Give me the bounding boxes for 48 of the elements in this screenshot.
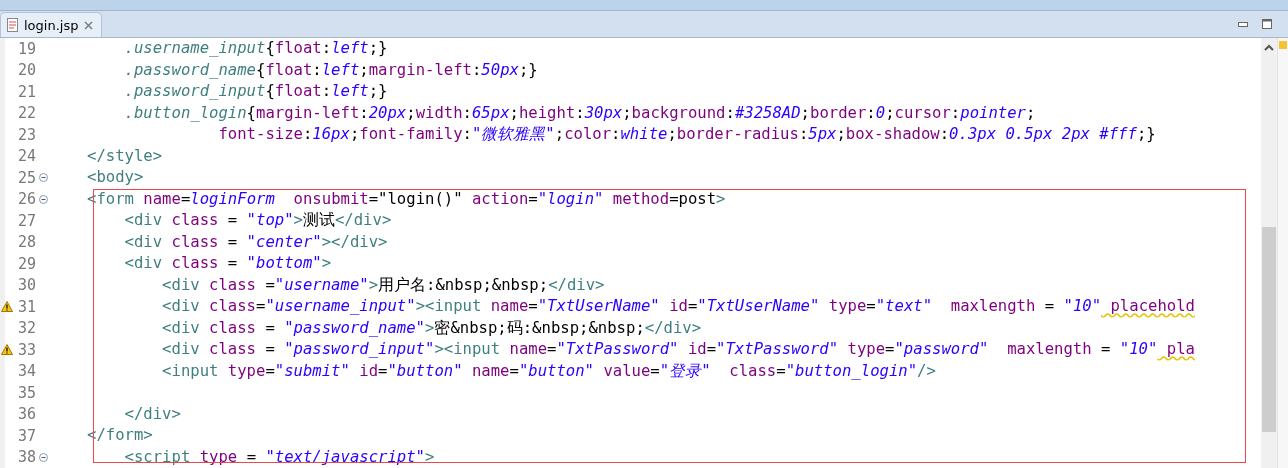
line-number: 36 (18, 405, 37, 424)
code-line: <div class = "bottom"> (123, 253, 332, 274)
line-number: 33 (18, 340, 37, 359)
code-line: </div> (123, 403, 181, 425)
code-line: </style> (86, 145, 163, 167)
maximize-icon[interactable] (1262, 19, 1272, 29)
line-number: 31 (18, 297, 37, 316)
code-line: <script type = "text/javascript"> (123, 446, 435, 468)
line-number: 32 (18, 319, 37, 338)
close-icon[interactable] (84, 20, 94, 30)
code-line: font-size:16px;font-family:"微软雅黑";color:white;border-radius:5px;box-shadow:0.3px 0.5px 2px #fff;} (217, 124, 1156, 145)
line-number: 19 (18, 39, 37, 58)
scrollbar[interactable] (1261, 38, 1277, 468)
line-number: 23 (18, 125, 37, 144)
minimize-icon[interactable] (1238, 21, 1248, 27)
code-line: .username_input{float:left;} (123, 38, 388, 59)
line-number: 24 (18, 147, 37, 166)
code-line: <div class = "center"></div> (123, 231, 388, 253)
code-line: <div class ="username">用户名:&nbsp;&nbsp;</div> (161, 274, 605, 296)
line-number: 21 (18, 82, 37, 101)
line-number: 22 (18, 104, 37, 123)
code-line: .button_login{margin-left:20px;width:65px;height:30px;background:#3258AD;border:0;cursor:pointer; (123, 102, 1036, 124)
line-number: 26 (18, 190, 37, 209)
line-number: 30 (18, 276, 37, 295)
line-number: 29 (18, 254, 37, 273)
line-number: 34 (18, 362, 37, 381)
code-line: <div class = "top">测试</div> (123, 210, 392, 231)
code-line: .password_name{float:left;margin-left:50px;} (123, 59, 538, 81)
line-number: 27 (18, 211, 37, 230)
collapse-icon[interactable] (39, 173, 48, 182)
collapse-icon[interactable] (39, 452, 48, 462)
code-line: <div class = "password_name">密&nbsp;码:&nbsp;&nbsp;</div> (161, 317, 702, 339)
code-line: <body> (86, 167, 144, 188)
code-line: <div class = "password_input"><input name="TxtPassword" id="TxtPassword" type="password" maxlength = "10" pla (161, 339, 1195, 360)
file-icon (7, 18, 18, 32)
scroll-up-icon[interactable] (1264, 44, 1274, 52)
line-number: 28 (18, 233, 37, 252)
line-number: 25 (18, 168, 37, 187)
scrollbar-thumb[interactable] (1262, 227, 1276, 432)
line-number: 20 (18, 61, 37, 80)
collapse-icon[interactable] (39, 194, 48, 204)
code-line: <div class="username_input"><input name="TxtUserName" id="TxtUserName" type="text" maxlength = "10" placehold (161, 296, 1195, 317)
line-number: 35 (18, 383, 37, 402)
code-line: <input type="submit" id="button" name="button" value="登录" class="button_login"/> (161, 360, 936, 382)
line-number: 37 (18, 426, 37, 445)
code-line: .password_input{float:left;} (123, 81, 388, 102)
line-number: 38 (18, 448, 37, 467)
editor-tab[interactable]: login.jsp (0, 12, 103, 37)
